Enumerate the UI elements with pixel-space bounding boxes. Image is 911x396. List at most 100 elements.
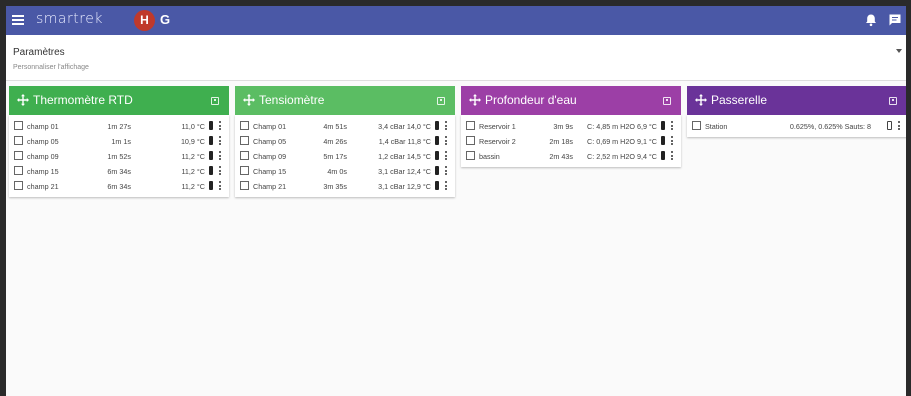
row-checkbox[interactable] [14, 136, 23, 145]
panel-passerelle: Passerelle Station 0.625%, 0.625% Sauts:… [687, 86, 906, 137]
panel-profondeur: Profondeur d'eau Reservoir 1 3m 9s C: 4,… [461, 86, 681, 167]
settings-title: Paramètres [13, 47, 65, 58]
settings-subtitle: Personnaliser l'affichage [13, 64, 89, 71]
expand-icon[interactable] [437, 97, 445, 105]
more-icon[interactable] [219, 151, 221, 160]
battery-icon [209, 151, 213, 160]
sensor-name: Reservoir 2 [479, 137, 516, 146]
feedback-icon[interactable] [888, 13, 902, 27]
list-item[interactable]: champ 05 1m 1s 10,9 °C [9, 134, 229, 149]
brand-logo[interactable]: smartrek [36, 11, 103, 27]
battery-icon [435, 151, 439, 160]
bell-icon[interactable] [864, 13, 878, 27]
list-item[interactable]: Reservoir 2 2m 18s C: 0,69 m H2O 9,1 °C [461, 134, 681, 149]
sensor-value: C: 4,85 m H2O 6,9 °C [587, 122, 657, 131]
battery-icon [435, 181, 439, 190]
expand-icon[interactable] [211, 97, 219, 105]
row-checkbox[interactable] [14, 151, 23, 160]
row-checkbox[interactable] [240, 136, 249, 145]
battery-icon [209, 181, 213, 190]
list-item[interactable]: champ 01 1m 27s 11,0 °C [9, 119, 229, 134]
sensor-time: 2m 43s [549, 152, 573, 161]
more-icon[interactable] [219, 181, 221, 190]
battery-icon [435, 121, 439, 130]
row-checkbox[interactable] [466, 151, 475, 160]
more-icon[interactable] [445, 181, 447, 190]
row-checkbox[interactable] [240, 166, 249, 175]
account-letter[interactable]: G [160, 12, 170, 27]
more-icon[interactable] [671, 151, 673, 160]
sensor-value: 1,4 cBar 11,8 °C [378, 137, 431, 146]
list-item[interactable]: bassin 2m 43s C: 2,52 m H2O 9,4 °C [461, 149, 681, 164]
more-icon[interactable] [445, 166, 447, 175]
chevron-down-icon[interactable] [896, 49, 902, 53]
list-item[interactable]: champ 21 6m 34s 11,2 °C [9, 179, 229, 194]
panel-thermometre: Thermomètre RTD champ 01 1m 27s 11,0 °C … [9, 86, 229, 197]
menu-icon[interactable] [12, 13, 24, 27]
settings-panel[interactable]: Paramètres Personnaliser l'affichage [6, 35, 906, 81]
list-item[interactable]: Station 0.625%, 0.625% Sauts: 8 [687, 119, 906, 134]
more-icon[interactable] [445, 136, 447, 145]
row-checkbox[interactable] [240, 181, 249, 190]
row-checkbox[interactable] [14, 166, 23, 175]
panel-header[interactable]: Thermomètre RTD [9, 86, 229, 115]
battery-empty-icon [887, 121, 892, 130]
sensor-value: 11,2 °C [181, 182, 205, 191]
list-item[interactable]: Champ 21 3m 35s 3,1 cBar 12,9 °C [235, 179, 455, 194]
row-checkbox[interactable] [466, 136, 475, 145]
sensor-value: 0.625%, 0.625% Sauts: 8 [789, 122, 871, 131]
list-item[interactable]: Reservoir 1 3m 9s C: 4,85 m H2O 6,9 °C [461, 119, 681, 134]
list-item[interactable]: champ 15 6m 34s 11,2 °C [9, 164, 229, 179]
row-checkbox[interactable] [14, 181, 23, 190]
more-icon[interactable] [671, 121, 673, 130]
more-icon[interactable] [898, 121, 900, 130]
panel-header[interactable]: Passerelle [687, 86, 906, 115]
list-item[interactable]: champ 09 1m 52s 11,2 °C [9, 149, 229, 164]
more-icon[interactable] [219, 136, 221, 145]
more-icon[interactable] [445, 151, 447, 160]
expand-icon[interactable] [663, 97, 671, 105]
sensor-name: Champ 15 [253, 167, 287, 176]
sensor-time: 4m 51s [323, 122, 347, 131]
battery-icon [661, 136, 665, 145]
sensor-time: 1m 27s [107, 122, 131, 131]
panel-header[interactable]: Profondeur d'eau [461, 86, 681, 115]
battery-icon [661, 151, 665, 160]
row-checkbox[interactable] [692, 121, 701, 130]
sensor-name: bassin [479, 152, 500, 161]
row-checkbox[interactable] [240, 121, 249, 130]
sensor-value: 11,0 °C [181, 122, 205, 131]
sensor-time: 6m 34s [107, 167, 131, 176]
move-icon[interactable] [17, 94, 29, 106]
list-item[interactable]: Champ 05 4m 26s 1,4 cBar 11,8 °C [235, 134, 455, 149]
list-item[interactable]: Champ 09 5m 17s 1,2 cBar 14,5 °C [235, 149, 455, 164]
more-icon[interactable] [445, 121, 447, 130]
expand-icon[interactable] [889, 97, 897, 105]
panel-title: Profondeur d'eau [485, 93, 577, 107]
panel-tensiometre: Tensiomètre Champ 01 4m 51s 3,4 cBar 14,… [235, 86, 455, 197]
sensor-value: 3,1 cBar 12,4 °C [378, 167, 431, 176]
sensor-name: champ 21 [27, 182, 59, 191]
list-item[interactable]: Champ 01 4m 51s 3,4 cBar 14,0 °C [235, 119, 455, 134]
row-checkbox[interactable] [466, 121, 475, 130]
move-icon[interactable] [695, 94, 707, 106]
sensor-time: 6m 34s [107, 182, 131, 191]
battery-icon [661, 121, 665, 130]
more-icon[interactable] [219, 166, 221, 175]
sensor-name: champ 01 [27, 122, 59, 131]
move-icon[interactable] [243, 94, 255, 106]
panel-header[interactable]: Tensiomètre [235, 86, 455, 115]
row-checkbox[interactable] [240, 151, 249, 160]
avatar[interactable]: H [134, 10, 155, 31]
sensor-value: 10,9 °C [180, 137, 205, 146]
more-icon[interactable] [671, 136, 673, 145]
move-icon[interactable] [469, 94, 481, 106]
more-icon[interactable] [219, 121, 221, 130]
row-checkbox[interactable] [14, 121, 23, 130]
sensor-value: 11,2 °C [181, 167, 205, 176]
sensor-value: 1,2 cBar 14,5 °C [378, 152, 431, 161]
sensor-time: 1m 52s [107, 152, 131, 161]
sensor-name: Champ 01 [253, 122, 287, 131]
list-item[interactable]: Champ 15 4m 0s 3,1 cBar 12,4 °C [235, 164, 455, 179]
battery-icon [435, 136, 439, 145]
